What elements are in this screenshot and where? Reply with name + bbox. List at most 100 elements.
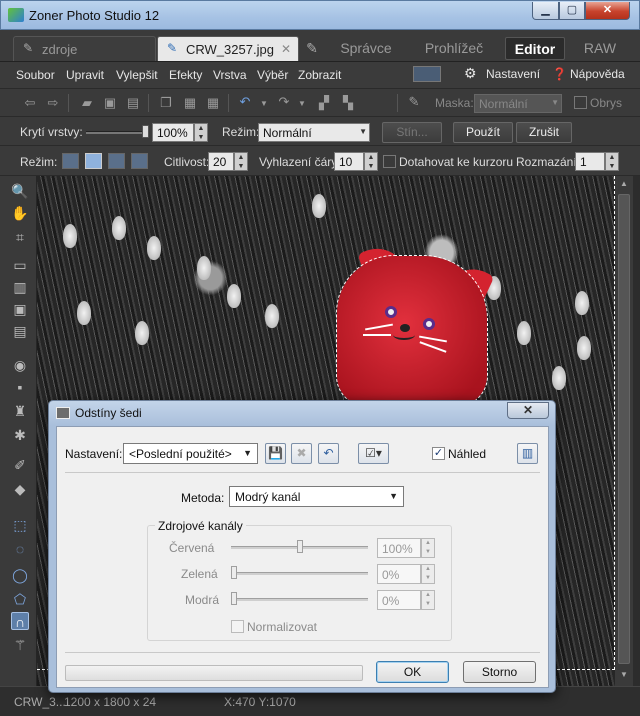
scroll-down-icon[interactable]: ▼ (618, 670, 630, 682)
cancel-layer-button[interactable]: Zrušit (516, 122, 572, 143)
method-select[interactable]: Modrý kanál ▼ (229, 486, 404, 507)
opacity-input[interactable]: 100% (152, 123, 194, 142)
minimize-button[interactable]: ▁ (532, 2, 559, 20)
blur-spinner[interactable]: ▲ ▼ (605, 152, 619, 171)
selection-intersect-icon[interactable] (131, 153, 148, 169)
green-channel-slider[interactable] (231, 572, 368, 575)
vertical-scrollbar[interactable]: ▲ ▼ (615, 176, 633, 686)
reset-icon[interactable]: ↶ (318, 443, 339, 464)
mode-editor[interactable]: Editor (505, 37, 565, 60)
red-eye-tool-icon[interactable]: ◉ (11, 356, 29, 374)
ellipse-select-tool-icon[interactable]: ◌ (11, 540, 29, 558)
mode-raw[interactable]: RAW (578, 37, 622, 60)
transform-icon[interactable]: ▚ (340, 96, 356, 110)
blue-channel-slider[interactable] (231, 598, 368, 601)
save-icon[interactable]: ▣ (102, 96, 118, 110)
menu-vrstva[interactable]: Vrstva (213, 68, 247, 82)
storno-button[interactable]: Storno (463, 661, 536, 683)
maximize-button[interactable]: ▢ (559, 2, 585, 20)
polygon-lasso-tool-icon[interactable]: ⬠ (11, 590, 29, 608)
redo-icon[interactable]: ↷ (276, 95, 292, 109)
mode-prohlizec[interactable]: Prohlížeč (418, 37, 490, 60)
magic-wand-tool-icon[interactable]: ⚚ (11, 636, 29, 654)
red-channel-thumb[interactable] (297, 540, 303, 553)
preset-select[interactable]: <Poslední použité> ▼ (123, 443, 258, 464)
opacity-slider[interactable] (86, 131, 146, 134)
selection-add-icon[interactable] (85, 153, 102, 169)
delete-preset-icon[interactable]: ✖ (291, 443, 312, 464)
magnetic-lasso-tool-icon[interactable]: ∩ (11, 612, 29, 630)
mode-spravce[interactable]: Správce (334, 37, 398, 60)
scroll-thumb[interactable] (618, 194, 630, 664)
rect-select-tool-icon[interactable]: ⬚ (11, 516, 29, 534)
blue-channel-thumb[interactable] (231, 592, 237, 605)
red-channel-spinner[interactable]: ▲ ▼ (421, 538, 435, 558)
zoom-tool-icon[interactable]: 🔍 (11, 182, 29, 200)
tab-document[interactable]: ✎ CRW_3257.jpg ✕ (157, 36, 299, 61)
outline-checkbox[interactable] (574, 96, 587, 109)
healing-tool-icon[interactable]: ✱ (11, 426, 29, 444)
settings-link[interactable]: Nastavení (486, 67, 540, 81)
green-channel-input[interactable]: 0% (377, 564, 421, 584)
preview-checkbox[interactable]: ✓ (432, 447, 445, 460)
split-view-icon[interactable]: ▥ (517, 443, 538, 464)
back-arrow-icon[interactable]: ⇦ (22, 96, 38, 110)
checklist-menu-icon[interactable]: ☑▾ (358, 443, 389, 464)
screen-icon[interactable] (413, 66, 441, 82)
frame-tool-icon[interactable]: ▣ (11, 300, 29, 318)
menu-upravit[interactable]: Upravit (66, 68, 104, 82)
clipboard-icon[interactable]: ▦ (205, 96, 221, 110)
lens-tool-icon[interactable]: ▤ (11, 322, 29, 340)
snap-checkbox[interactable] (383, 155, 396, 168)
help-link[interactable]: Nápověda (570, 67, 625, 81)
save-preset-icon[interactable]: 💾 (265, 443, 286, 464)
blend-mode-select[interactable]: Normální ▼ (258, 123, 370, 142)
sensitivity-input[interactable]: 20 (208, 152, 234, 171)
brush-tool-icon[interactable]: ✐ (11, 456, 29, 474)
ok-button[interactable]: OK (376, 661, 449, 683)
undo-icon[interactable]: ↶ (237, 95, 253, 109)
close-tab-icon[interactable]: ✕ (281, 42, 291, 56)
eraser-tool-icon[interactable]: ◆ (11, 480, 29, 498)
menu-efekty[interactable]: Efekty (169, 68, 202, 82)
crop-icon[interactable]: ▞ (316, 96, 332, 110)
open-folder-icon[interactable]: ▰ (79, 96, 95, 110)
opacity-slider-thumb[interactable] (142, 125, 149, 138)
apply-button[interactable]: Použít (453, 122, 513, 143)
copy-icon[interactable]: ❐ (158, 96, 174, 110)
blue-channel-input[interactable]: 0% (377, 590, 421, 610)
chevron-down-icon[interactable]: ▼ (256, 97, 272, 111)
perspective-tool-icon[interactable]: ▥ (11, 278, 29, 296)
forward-arrow-icon[interactable]: ⇨ (45, 96, 61, 110)
retouch-tool-icon[interactable]: ▪ (11, 378, 29, 396)
green-channel-thumb[interactable] (231, 566, 237, 579)
chevron-down-icon[interactable]: ▼ (294, 97, 310, 111)
selection-subtract-icon[interactable] (108, 153, 125, 169)
green-channel-spinner[interactable]: ▲ ▼ (421, 564, 435, 584)
straighten-tool-icon[interactable]: ▭ (11, 256, 29, 274)
menu-zobrazit[interactable]: Zobrazit (298, 68, 341, 82)
dialog-close-button[interactable]: ✕ (507, 402, 549, 419)
normalize-checkbox[interactable] (231, 620, 244, 633)
crop-tool-icon[interactable]: ⌗ (11, 228, 29, 246)
menu-vyber[interactable]: Výběr (257, 68, 288, 82)
smoothing-input[interactable]: 10 (334, 152, 364, 171)
lasso-tool-icon[interactable]: ◯ (11, 566, 29, 584)
close-window-button[interactable]: ✕ (585, 2, 630, 20)
red-channel-input[interactable]: 100% (377, 538, 421, 558)
menu-soubor[interactable]: Soubor (16, 68, 55, 82)
shadow-button[interactable]: Stín... (382, 122, 442, 143)
smoothing-spinner[interactable]: ▲ ▼ (364, 152, 378, 171)
opacity-spinner[interactable]: ▲ ▼ (194, 123, 208, 142)
clone-stamp-tool-icon[interactable]: ♜ (11, 402, 29, 420)
scroll-up-icon[interactable]: ▲ (618, 179, 630, 191)
hand-tool-icon[interactable]: ✋ (11, 204, 29, 222)
mask-select[interactable]: Normální ▼ (474, 94, 562, 113)
menu-vylepsit[interactable]: Vylepšit (116, 68, 158, 82)
paste-icon[interactable]: ▦ (182, 96, 198, 110)
blue-channel-spinner[interactable]: ▲ ▼ (421, 590, 435, 610)
tab-zdroje[interactable]: ✎ zdroje (13, 36, 156, 61)
selection-new-icon[interactable] (62, 153, 79, 169)
blur-input[interactable]: 1 (575, 152, 605, 171)
sensitivity-spinner[interactable]: ▲ ▼ (234, 152, 248, 171)
